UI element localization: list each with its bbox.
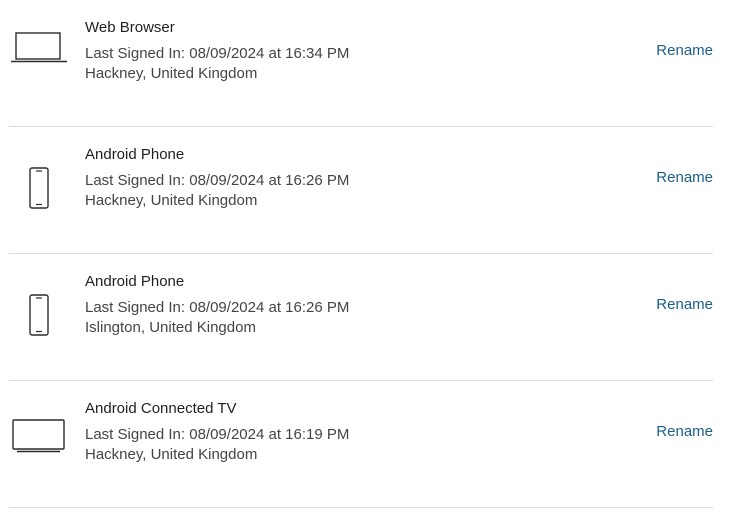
device-info: Web Browser Last Signed In: 08/09/2024 a… xyxy=(85,19,565,84)
tv-icon xyxy=(9,381,71,507)
device-info: Android Phone Last Signed In: 08/09/2024… xyxy=(85,273,565,338)
device-list: Web Browser Last Signed In: 08/09/2024 a… xyxy=(9,0,713,508)
device-name: Web Browser xyxy=(85,19,175,36)
device-location: Hackney, United Kingdom xyxy=(85,192,258,209)
rename-button[interactable]: Rename xyxy=(656,168,713,188)
rename-button[interactable]: Rename xyxy=(656,422,713,442)
last-signed-in: Last Signed In: 08/09/2024 at 16:26 PM xyxy=(85,172,350,189)
device-name: Android Phone xyxy=(85,273,185,290)
device-row: Android Phone Last Signed In: 08/09/2024… xyxy=(9,254,713,381)
device-location: Hackney, United Kingdom xyxy=(85,65,258,82)
device-name: Android Connected TV xyxy=(85,400,237,417)
rename-button[interactable]: Rename xyxy=(656,295,713,315)
last-signed-in: Last Signed In: 08/09/2024 at 16:19 PM xyxy=(85,426,350,443)
device-row: Android Connected TV Last Signed In: 08/… xyxy=(9,381,713,508)
device-info: Android Connected TV Last Signed In: 08/… xyxy=(85,400,565,465)
rename-button[interactable]: Rename xyxy=(656,41,713,61)
last-signed-in: Last Signed In: 08/09/2024 at 16:26 PM xyxy=(85,299,350,316)
device-name: Android Phone xyxy=(85,146,185,163)
laptop-icon xyxy=(9,0,71,126)
phone-icon xyxy=(9,127,71,253)
device-location: Islington, United Kingdom xyxy=(85,319,256,336)
device-location: Hackney, United Kingdom xyxy=(85,446,258,463)
device-info: Android Phone Last Signed In: 08/09/2024… xyxy=(85,146,565,211)
device-row: Web Browser Last Signed In: 08/09/2024 a… xyxy=(9,0,713,127)
device-row: Android Phone Last Signed In: 08/09/2024… xyxy=(9,127,713,254)
phone-icon xyxy=(9,254,71,380)
last-signed-in: Last Signed In: 08/09/2024 at 16:34 PM xyxy=(85,45,350,62)
